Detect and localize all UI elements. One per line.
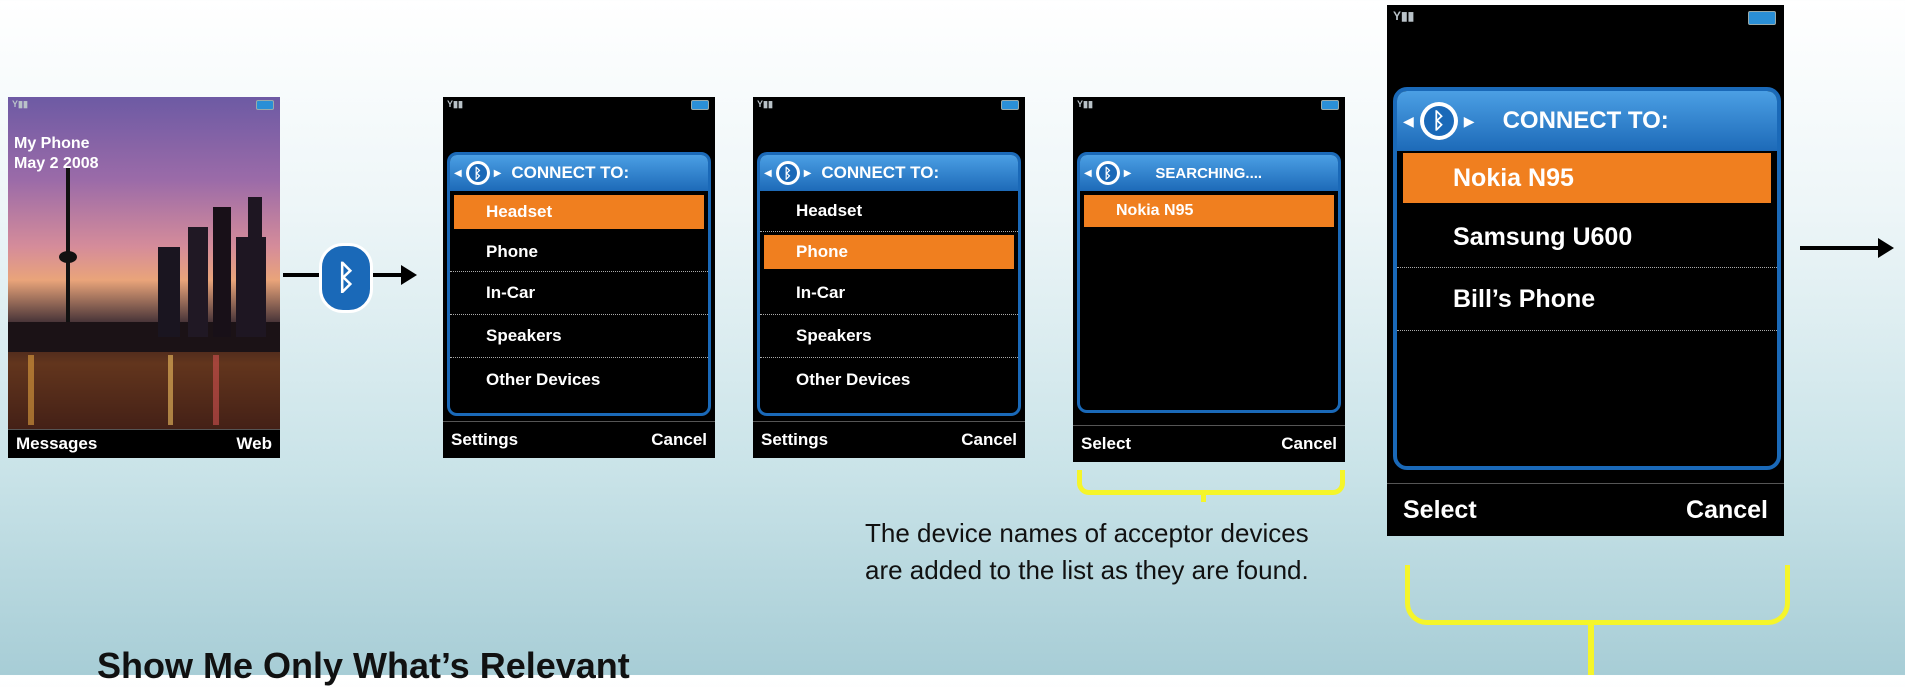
left-chevron-icon[interactable]: ◀ (1403, 113, 1414, 130)
panel-header: ◀ ᛒ ▶ CONNECT TO: (760, 155, 1018, 191)
bluetooth-icon: ᛒ (1419, 102, 1458, 140)
left-chevron-icon[interactable]: ◀ (1084, 168, 1092, 179)
list-item-in-car[interactable]: In-Car (760, 272, 1018, 315)
searching-screen: Y▮▮ ◀ ᛒ ▶ SEARCHING.... Nokia N95 Select… (1073, 97, 1345, 462)
status-bar: Y▮▮ (8, 97, 280, 113)
softkey-bar: Messages Web (8, 429, 280, 458)
connect-screen-1: Y▮▮ ◀ ᛒ ▶ CONNECT TO: Headset Phone In-C… (443, 97, 715, 458)
list-item-speakers[interactable]: Speakers (450, 315, 708, 358)
battery-icon (1321, 100, 1339, 110)
list-item-phone[interactable]: Phone (764, 235, 1014, 269)
panel-title: SEARCHING.... (1155, 164, 1263, 182)
left-chevron-icon[interactable]: ◀ (454, 168, 462, 179)
battery-icon (1001, 100, 1019, 110)
brace-searching (1077, 470, 1345, 495)
softkey-bar: Select Cancel (1073, 425, 1345, 462)
web-softkey[interactable]: Web (236, 434, 272, 454)
slide-heading: Show Me Only What’s Relevant (97, 645, 630, 686)
connect-screen-2: Y▮▮ ◀ ᛒ ▶ CONNECT TO: Headset Phone In-C… (753, 97, 1025, 458)
right-arrow-icon (1800, 238, 1894, 258)
signal-icon: Y▮▮ (1393, 9, 1415, 23)
list-item-in-car[interactable]: In-Car (450, 272, 708, 315)
panel-title: CONNECT TO: (821, 163, 940, 182)
home-screen: Y▮▮ My Phone May 2 2008 Messages Web (8, 97, 280, 458)
panel-header: ◀ ᛒ ▶ CONNECT TO: (450, 155, 708, 191)
softkey-bar: Settings Cancel (753, 421, 1025, 458)
battery-icon (691, 100, 709, 110)
date-label: May 2 2008 (14, 155, 99, 172)
battery-icon (1748, 11, 1776, 25)
select-softkey[interactable]: Select (1081, 434, 1131, 454)
cancel-softkey[interactable]: Cancel (1281, 434, 1337, 454)
settings-softkey[interactable]: Settings (761, 430, 828, 450)
list-item-bills-phone[interactable]: Bill’s Phone (1397, 268, 1777, 331)
list-item-other-devices[interactable]: Other Devices (450, 358, 708, 402)
select-softkey[interactable]: Select (1403, 496, 1477, 525)
note-text: The device names of acceptor devices are… (865, 518, 1309, 585)
list-item-nokia-n95[interactable]: Nokia N95 (1084, 195, 1334, 227)
bluetooth-icon: ᛒ (775, 161, 800, 185)
list-item-speakers[interactable]: Speakers (760, 315, 1018, 358)
status-bar: Y▮▮ (1073, 97, 1345, 113)
status-bar: Y▮▮ (443, 97, 715, 113)
connect-panel: ◀ ᛒ ▶ CONNECT TO: Headset Phone In-Car S… (757, 152, 1021, 416)
results-screen: Y▮▮ ◀ ᛒ ▶ CONNECT TO: Nokia N95 Samsung … (1387, 5, 1784, 536)
softkey-bar: Select Cancel (1387, 483, 1784, 536)
owner-label: My Phone (14, 135, 90, 152)
panel-title: CONNECT TO: (511, 163, 630, 182)
right-chevron-icon[interactable]: ▶ (494, 168, 502, 179)
brace-point-large (1588, 620, 1594, 675)
bluetooth-icon: ᛒ (1095, 161, 1120, 185)
list-item-other-devices[interactable]: Other Devices (760, 358, 1018, 402)
signal-icon: Y▮▮ (1077, 99, 1093, 109)
list-item-samsung-u600[interactable]: Samsung U600 (1397, 207, 1777, 268)
messages-softkey[interactable]: Messages (16, 434, 97, 454)
signal-icon: Y▮▮ (12, 99, 28, 109)
results-panel: ◀ ᛒ ▶ CONNECT TO: Nokia N95 Samsung U600… (1393, 87, 1781, 470)
list-item-headset[interactable]: Headset (454, 195, 704, 229)
left-chevron-icon[interactable]: ◀ (764, 168, 772, 179)
connect-panel: ◀ ᛒ ▶ CONNECT TO: Headset Phone In-Car S… (447, 152, 711, 416)
list-item-headset[interactable]: Headset (760, 191, 1018, 232)
list-item-phone[interactable]: Phone (450, 233, 708, 272)
settings-softkey[interactable]: Settings (451, 430, 518, 450)
right-chevron-icon[interactable]: ▶ (1124, 168, 1132, 179)
panel-header: ◀ ᛒ ▶ SEARCHING.... (1080, 155, 1338, 191)
cancel-softkey[interactable]: Cancel (961, 430, 1017, 450)
signal-icon: Y▮▮ (757, 99, 773, 109)
brace-point (1201, 490, 1206, 502)
battery-icon (256, 100, 274, 110)
softkey-bar: Settings Cancel (443, 421, 715, 458)
bluetooth-icon: ᛒ (319, 243, 373, 313)
status-bar: Y▮▮ (753, 97, 1025, 113)
brace-results (1405, 565, 1790, 625)
status-bar: Y▮▮ (1387, 5, 1784, 29)
panel-title: CONNECT TO: (1502, 107, 1669, 134)
right-chevron-icon[interactable]: ▶ (1464, 113, 1475, 130)
cancel-softkey[interactable]: Cancel (651, 430, 707, 450)
signal-icon: Y▮▮ (447, 99, 463, 109)
panel-header: ◀ ᛒ ▶ CONNECT TO: (1397, 91, 1777, 151)
right-chevron-icon[interactable]: ▶ (804, 168, 812, 179)
list-item-nokia-n95[interactable]: Nokia N95 (1403, 153, 1771, 203)
bluetooth-icon: ᛒ (465, 161, 490, 185)
search-panel: ◀ ᛒ ▶ SEARCHING.... Nokia N95 (1077, 152, 1341, 413)
cancel-softkey[interactable]: Cancel (1686, 496, 1768, 525)
